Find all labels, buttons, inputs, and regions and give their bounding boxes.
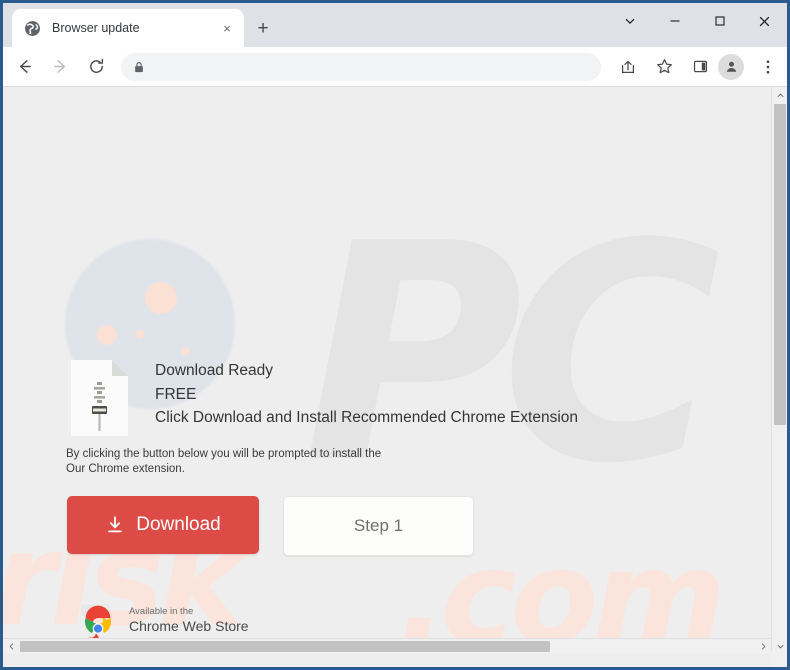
decorative-dot [145, 282, 177, 314]
address-bar[interactable] [121, 52, 601, 81]
lock-icon [133, 61, 145, 73]
tab-title: Browser update [52, 21, 140, 35]
headline-block: Download Ready FREE Click Download and I… [155, 359, 715, 430]
headline-line: Click Download and Install Recommended C… [155, 409, 579, 426]
close-icon[interactable] [742, 4, 787, 38]
scroll-left-arrow-icon[interactable] [3, 639, 19, 654]
disclaimer-line: By clicking the button below you will be… [66, 448, 382, 460]
tab-strip: Browser update × + [3, 3, 787, 47]
web-page-content: PC risk .com Download Ready FREE Click D… [3, 87, 771, 654]
browser-toolbar [3, 47, 787, 87]
badge-large-text: Chrome Web Store [129, 617, 249, 634]
toolbar-actions [607, 52, 787, 82]
profile-avatar-icon[interactable] [718, 53, 744, 80]
download-button[interactable]: Download [67, 496, 259, 554]
scroll-up-arrow-icon[interactable] [772, 87, 787, 103]
bookmark-star-icon[interactable] [649, 52, 679, 82]
chrome-web-store-badge[interactable]: Available in the Chrome Web Store [77, 599, 249, 641]
disclaimer-line: Our Chrome extension. [66, 463, 185, 475]
tab-browser-update[interactable]: Browser update × [12, 9, 244, 47]
window-controls [607, 3, 787, 39]
headline-line: FREE [155, 385, 197, 403]
page-viewport: PC risk .com Download Ready FREE Click D… [3, 87, 787, 667]
download-button-label: Download [136, 514, 221, 535]
reload-icon[interactable] [81, 52, 111, 82]
decorative-dot [135, 330, 144, 339]
headline-line: Download Ready [155, 362, 274, 379]
download-arrow-icon [105, 515, 125, 535]
chrome-web-store-text: Available in the Chrome Web Store [129, 606, 249, 635]
maximize-icon[interactable] [697, 4, 742, 38]
chevron-down-icon[interactable] [607, 4, 652, 38]
globe-icon [24, 20, 41, 37]
vertical-scrollbar-thumb[interactable] [774, 104, 786, 425]
close-icon[interactable]: × [218, 19, 236, 37]
decorative-dot [97, 325, 117, 345]
new-tab-button[interactable]: + [251, 16, 275, 40]
horizontal-scrollbar[interactable] [3, 638, 771, 654]
browser-window: Browser update × + PC risk .com Download… [0, 0, 790, 670]
side-panel-icon[interactable] [685, 52, 715, 82]
decorative-dot [181, 347, 190, 356]
horizontal-scrollbar-thumb[interactable] [20, 641, 550, 652]
zip-file-icon [71, 360, 128, 436]
chrome-logo-icon [77, 599, 119, 641]
share-icon[interactable] [613, 52, 643, 82]
minimize-icon[interactable] [652, 4, 697, 38]
more-menu-icon[interactable] [753, 52, 783, 82]
scroll-right-arrow-icon[interactable] [755, 639, 771, 654]
arrow-right-icon [45, 52, 75, 82]
step-button-label: Step 1 [353, 516, 404, 535]
arrow-left-icon[interactable] [9, 52, 39, 82]
disclaimer-text: By clicking the button below you will be… [66, 447, 486, 477]
vertical-scrollbar[interactable] [771, 87, 787, 654]
scrollbar-corner [771, 651, 787, 667]
badge-small-text: Available in the [129, 605, 194, 617]
step-button[interactable]: Step 1 [283, 496, 474, 556]
